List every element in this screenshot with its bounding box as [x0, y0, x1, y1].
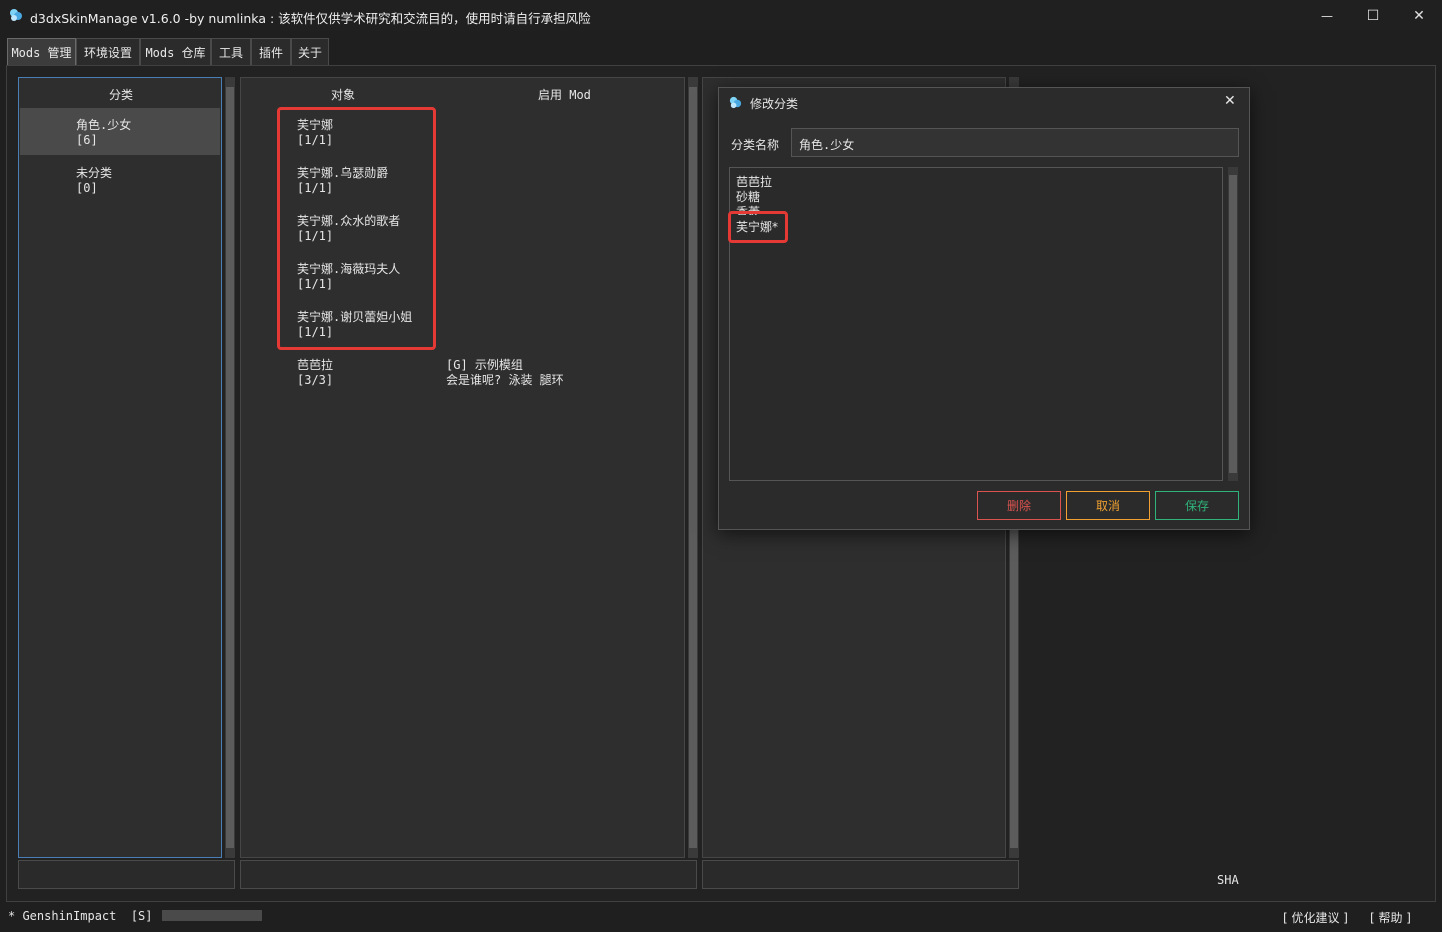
category-item-count: [0]	[76, 181, 98, 195]
category-list[interactable]: 分类 角色.少女 [6] 未分类 [0]	[18, 77, 222, 858]
progress-bar	[162, 910, 262, 921]
cancel-button[interactable]: 取消	[1066, 491, 1150, 520]
textarea-line: 砂糖	[736, 190, 761, 204]
object-textarea[interactable]: 芭芭拉 砂糖 香菱 芙宁娜*	[729, 167, 1223, 481]
app-logo-icon	[729, 96, 742, 109]
dialog-close-button[interactable]: ✕	[1224, 93, 1236, 109]
dialog-title: 修改分类	[750, 97, 799, 111]
delete-button[interactable]: 删除	[977, 491, 1061, 520]
category-name-label: 分类名称	[731, 138, 780, 152]
object-footer-box	[240, 860, 697, 889]
tab-env-settings[interactable]: 环境设置	[76, 38, 140, 66]
mod-footer-box	[702, 860, 1019, 889]
category-header: 分类	[109, 88, 134, 102]
category-scrollbar[interactable]	[225, 77, 235, 858]
object-item-count: [3/3]	[297, 373, 334, 387]
object-header: 对象	[331, 88, 356, 102]
tab-about[interactable]: 关于	[291, 38, 329, 66]
category-name-input[interactable]: 角色.少女	[791, 128, 1239, 157]
tab-bar: Mods 管理 环境设置 Mods 仓库 工具 插件 关于	[0, 38, 1442, 66]
tab-plugins[interactable]: 插件	[251, 38, 291, 66]
window-title: d3dxSkinManage v1.6.0 -by numlinka : 该软件…	[30, 11, 591, 26]
category-item-selected[interactable]: 角色.少女 [6]	[20, 108, 220, 155]
category-item-name: 角色.少女	[76, 118, 132, 132]
tab-tools[interactable]: 工具	[211, 38, 251, 66]
object-scrollbar[interactable]	[688, 77, 698, 858]
app-logo-icon	[10, 9, 22, 21]
minimize-icon: —	[1321, 8, 1333, 23]
category-item[interactable]: 未分类 [0]	[20, 156, 220, 203]
minimize-button[interactable]: —	[1304, 0, 1350, 31]
edit-category-dialog: 修改分类 ✕ 分类名称 角色.少女 芭芭拉 砂糖 香菱 芙宁娜* 删除 取消 保存	[718, 87, 1250, 530]
category-item-name: 未分类	[76, 166, 113, 180]
maximize-icon: ☐	[1366, 7, 1380, 24]
maximize-button[interactable]: ☐	[1350, 0, 1396, 31]
close-window-button[interactable]: ✕	[1396, 0, 1442, 31]
highlight-box	[728, 211, 788, 243]
status-text: * GenshinImpact [S] -	[8, 909, 175, 923]
enabled-mod-header: 启用 Mod	[538, 88, 591, 102]
category-item-count: [6]	[76, 133, 98, 147]
highlight-box	[277, 107, 436, 350]
tab-mods-repo[interactable]: Mods 仓库	[140, 38, 211, 66]
save-button[interactable]: 保存	[1155, 491, 1239, 520]
textarea-scrollbar[interactable]	[1228, 167, 1238, 481]
close-icon: ✕	[1413, 7, 1425, 24]
tab-mods-manage[interactable]: Mods 管理	[7, 38, 76, 66]
enabled-mod-tags: 会是谁呢? 泳装 腿环	[446, 373, 564, 387]
category-footer-box	[18, 860, 235, 889]
sha-label: SHA	[1217, 873, 1239, 887]
close-icon: ✕	[1224, 93, 1236, 109]
object-item-name: 芭芭拉	[297, 358, 334, 372]
object-item[interactable]: 芭芭拉 [3/3] [G] 示例模组 会是谁呢? 泳装 腿环	[285, 348, 685, 394]
suggestion-link[interactable]: [ 优化建议 ]	[1283, 909, 1348, 926]
textarea-line: 芭芭拉	[736, 175, 773, 189]
help-link[interactable]: [ 帮助 ]	[1370, 909, 1411, 926]
title-bar: d3dxSkinManage v1.6.0 -by numlinka : 该软件…	[0, 0, 1442, 31]
enabled-mod-name: [G] 示例模组	[446, 358, 523, 372]
